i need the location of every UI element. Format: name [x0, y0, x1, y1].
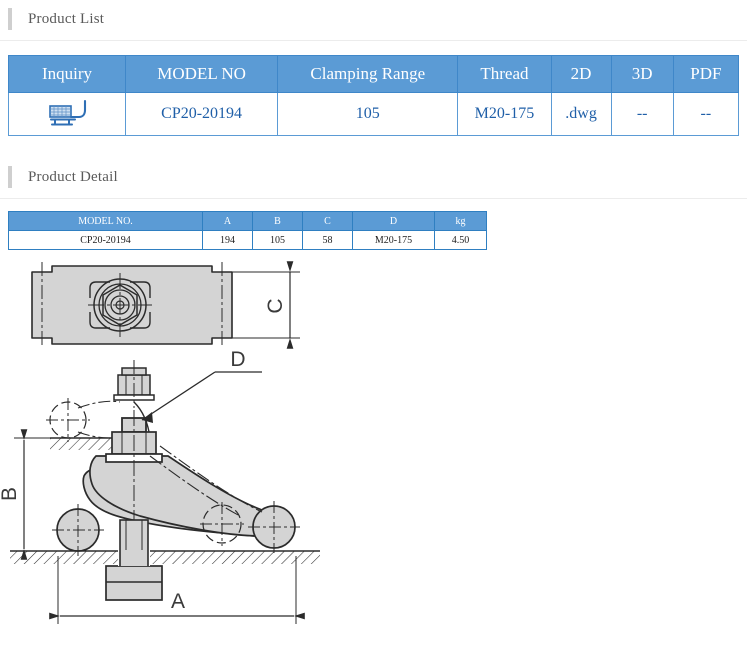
- upper-ground-hatch: [50, 438, 118, 450]
- table-row: CP20-20194 194 105 58 M20-175 4.50: [9, 231, 487, 250]
- dimension-label-b: B: [0, 487, 21, 501]
- product-list-section-header: Product List: [0, 0, 747, 38]
- technical-drawings: C: [0, 260, 747, 660]
- section-accent-bar-2: [8, 166, 12, 188]
- product-detail-title: Product Detail: [28, 169, 118, 186]
- open-position-bolt: [114, 360, 154, 408]
- side-view-drawing: B A D: [0, 348, 320, 624]
- detail-column-header-a: A: [203, 212, 253, 231]
- product-detail-section-header: Product Detail: [0, 158, 747, 196]
- cell-pdf-download: --: [673, 93, 738, 136]
- detail-cell-model-no: CP20-20194: [9, 231, 203, 250]
- cell-thread: M20-175: [458, 93, 551, 136]
- column-header-pdf: PDF: [673, 56, 738, 93]
- column-header-2d: 2D: [551, 56, 611, 93]
- inquiry-cell[interactable]: [9, 93, 126, 136]
- cell-2d-download[interactable]: .dwg: [551, 93, 611, 136]
- table-row: CP20-20194 105 M20-175 .dwg -- --: [9, 93, 739, 136]
- product-detail-table: MODEL NO. A B C D kg CP20-20194 194 105 …: [8, 211, 487, 250]
- callout-d: D: [142, 348, 262, 423]
- detail-column-header-d: D: [353, 212, 435, 231]
- technical-drawing-svg: C: [0, 260, 747, 660]
- column-header-model-no: MODEL NO: [126, 56, 278, 93]
- column-header-clamping-range: Clamping Range: [278, 56, 458, 93]
- detail-column-header-kg: kg: [435, 212, 487, 231]
- product-detail-table-wrap: MODEL NO. A B C D kg CP20-20194 194 105 …: [0, 199, 747, 250]
- detail-column-header-model-no: MODEL NO.: [9, 212, 203, 231]
- column-header-3d: 3D: [611, 56, 673, 93]
- clamp-arm-body: [83, 456, 262, 536]
- cell-model-no[interactable]: CP20-20194: [126, 93, 278, 136]
- product-list-table: Inquiry MODEL NO Clamping Range Thread 2…: [8, 55, 739, 136]
- machine-table-hatch: [10, 550, 320, 566]
- detail-column-header-c: C: [303, 212, 353, 231]
- top-view-drawing: C: [32, 262, 300, 348]
- column-header-inquiry: Inquiry: [9, 56, 126, 93]
- product-list-table-wrap: Inquiry MODEL NO Clamping Range Thread 2…: [0, 41, 747, 136]
- column-header-thread: Thread: [458, 56, 551, 93]
- cell-3d-download: --: [611, 93, 673, 136]
- cell-clamping-range: 105: [278, 93, 458, 136]
- product-list-header-row: Inquiry MODEL NO Clamping Range Thread 2…: [9, 56, 739, 93]
- detail-cell-c: 58: [303, 231, 353, 250]
- product-list-title: Product List: [28, 11, 104, 28]
- dimension-label-c: C: [264, 298, 287, 313]
- dimension-b: B: [0, 438, 52, 551]
- detail-cell-d: M20-175: [353, 231, 435, 250]
- detail-column-header-b: B: [253, 212, 303, 231]
- product-page: Product List Inquiry MODEL NO Clamping R…: [0, 0, 747, 664]
- detail-cell-a: 194: [203, 231, 253, 250]
- section-accent-bar: [8, 8, 12, 30]
- shopping-cart-icon[interactable]: [45, 97, 89, 127]
- detail-cell-b: 105: [253, 231, 303, 250]
- dimension-a: A: [58, 556, 296, 624]
- dimension-label-a: A: [171, 590, 185, 613]
- dimension-label-d: D: [230, 348, 245, 371]
- detail-cell-kg: 4.50: [435, 231, 487, 250]
- detail-header-row: MODEL NO. A B C D kg: [9, 212, 487, 231]
